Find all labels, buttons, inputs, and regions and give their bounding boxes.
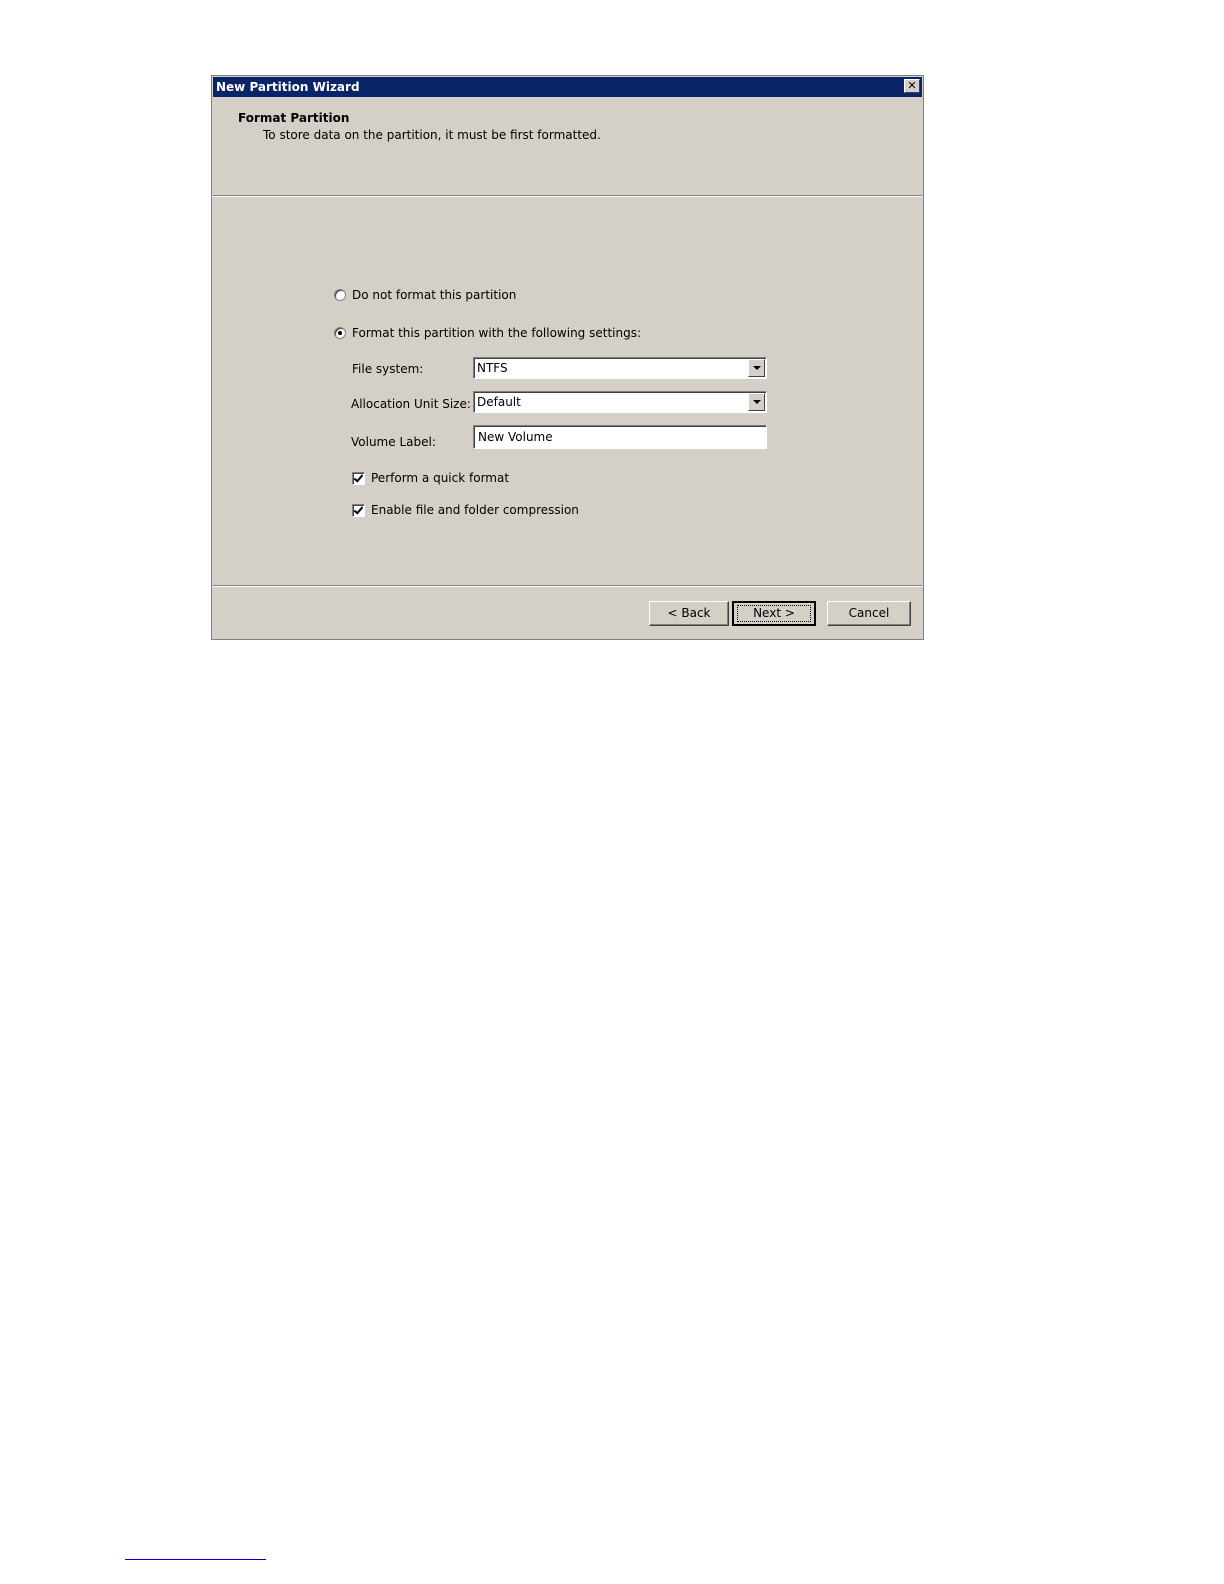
focus-indicator	[737, 605, 811, 622]
quick-format-option[interactable]: Perform a quick format	[352, 471, 509, 485]
cancel-button[interactable]: Cancel	[827, 601, 911, 626]
close-icon: ✕	[907, 79, 917, 92]
allocation-unit-dropdown[interactable]: Default	[473, 391, 767, 413]
volume-label-input[interactable]	[478, 428, 758, 446]
file-system-value: NTFS	[477, 361, 508, 375]
format-radio[interactable]	[334, 327, 346, 339]
close-button[interactable]: ✕	[904, 79, 920, 93]
footer-divider	[213, 585, 922, 587]
quick-format-label: Perform a quick format	[371, 471, 510, 485]
compression-option[interactable]: Enable file and folder compression	[352, 503, 579, 517]
compression-checkbox[interactable]	[352, 503, 365, 517]
no-format-label: Do not format this partition	[352, 288, 517, 302]
chevron-down-icon	[753, 366, 761, 370]
new-partition-wizard-dialog: New Partition Wizard ✕ Format Partition …	[211, 75, 924, 640]
page-subtitle: To store data on the partition, it must …	[263, 128, 601, 142]
page-title: Format Partition	[238, 111, 350, 125]
volume-label-label: Volume Label:	[351, 435, 436, 449]
title-bar[interactable]: New Partition Wizard ✕	[213, 77, 922, 97]
no-format-option[interactable]: Do not format this partition	[334, 288, 516, 302]
allocation-unit-label: Allocation Unit Size:	[351, 397, 471, 411]
allocation-unit-dropdown-button[interactable]	[748, 393, 765, 411]
cancel-button-label: Cancel	[848, 606, 890, 620]
footnote-separator	[125, 1559, 266, 1560]
quick-format-checkbox[interactable]	[352, 471, 365, 485]
file-system-label: File system:	[352, 362, 424, 376]
compression-label: Enable file and folder compression	[371, 503, 579, 517]
window-title: New Partition Wizard	[216, 80, 360, 94]
back-button[interactable]: < Back	[649, 601, 729, 626]
no-format-radio[interactable]	[334, 289, 346, 301]
format-option[interactable]: Format this partition with the following…	[334, 326, 641, 340]
allocation-unit-value: Default	[477, 395, 521, 409]
format-label: Format this partition with the following…	[352, 326, 641, 340]
back-button-label: < Back	[667, 606, 711, 620]
wizard-header: Format Partition To store data on the pa…	[213, 97, 922, 195]
file-system-dropdown[interactable]: NTFS	[473, 357, 767, 379]
file-system-dropdown-button[interactable]	[748, 359, 765, 377]
volume-label-field[interactable]	[473, 425, 767, 449]
chevron-down-icon	[753, 400, 761, 404]
next-button[interactable]: Next >	[732, 601, 816, 626]
header-divider	[213, 195, 922, 197]
